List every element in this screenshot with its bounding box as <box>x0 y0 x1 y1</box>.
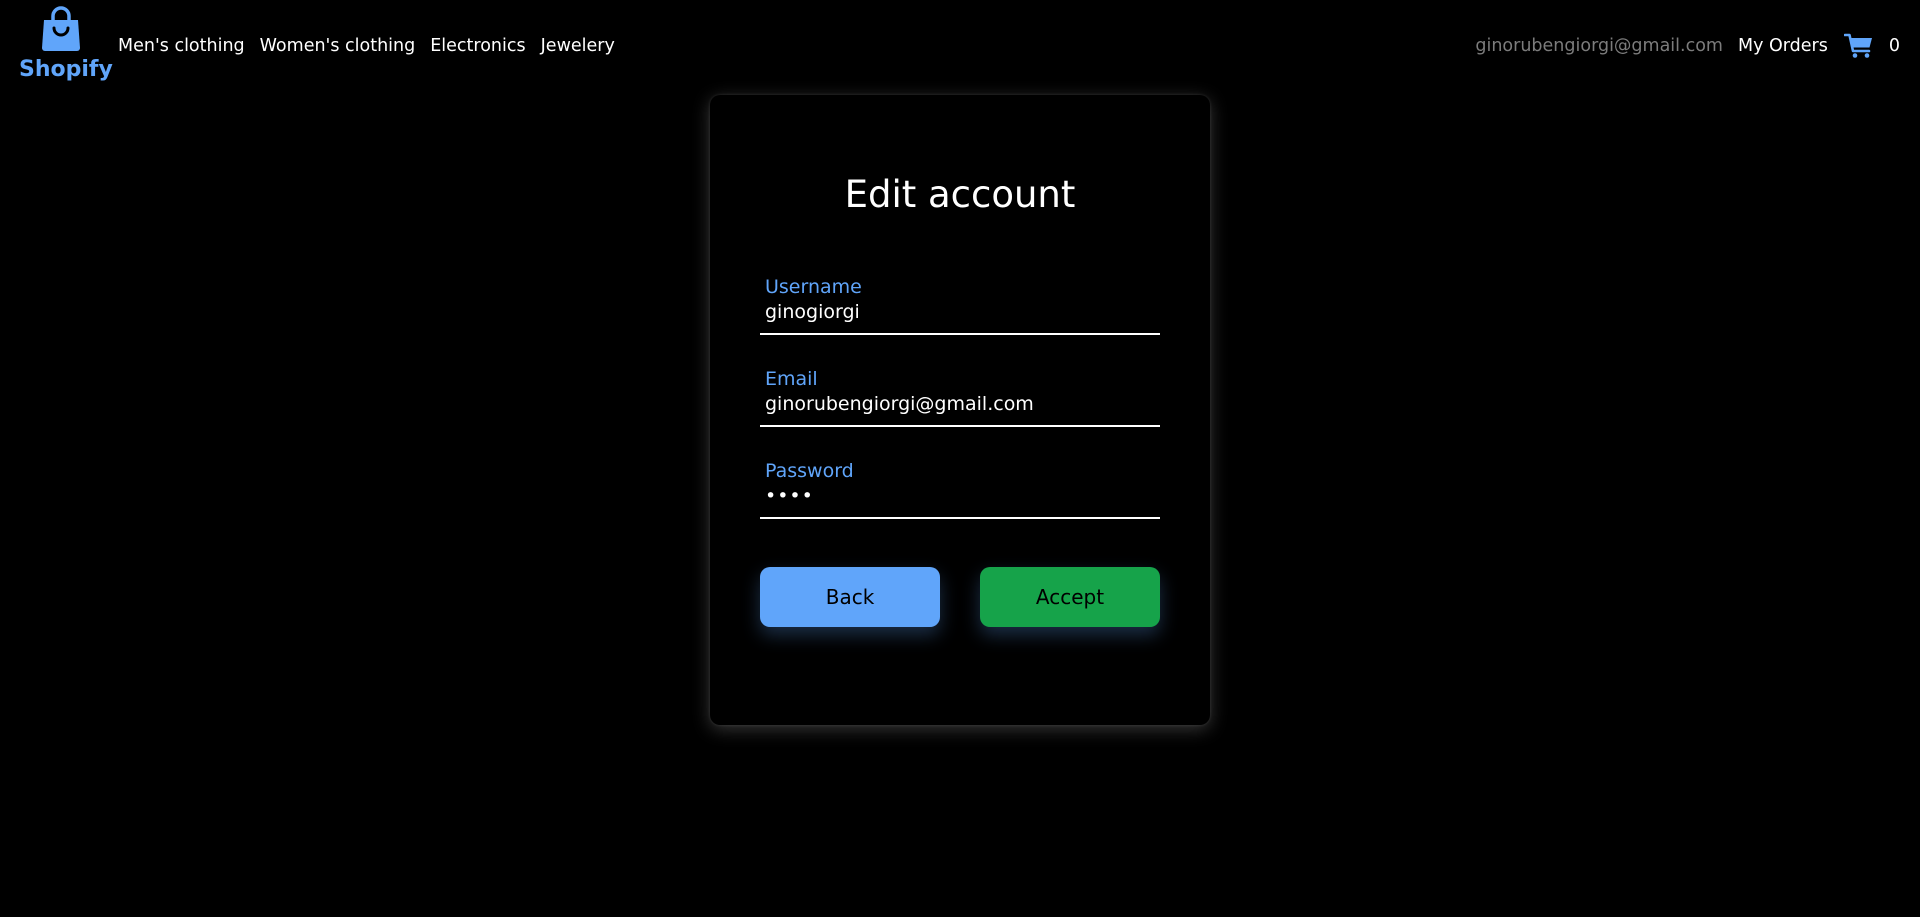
password-input[interactable] <box>765 481 1155 511</box>
account-nav: ginorubengiorgi@gmail.com My Orders 0 <box>1475 33 1900 59</box>
nav-link-mens-clothing[interactable]: Men's clothing <box>118 33 245 59</box>
email-input[interactable] <box>765 389 1155 419</box>
my-orders-link[interactable]: My Orders <box>1738 33 1828 59</box>
back-button[interactable]: Back <box>760 567 940 627</box>
username-input[interactable] <box>765 297 1155 327</box>
nav-link-jewelery[interactable]: Jewelery <box>541 33 615 59</box>
accept-button[interactable]: Accept <box>980 567 1160 627</box>
email-label: Email <box>765 368 818 390</box>
edit-account-card: Edit account Username Email Password Bac… <box>710 95 1210 725</box>
cart-button[interactable]: 0 <box>1843 33 1900 59</box>
username-label: Username <box>765 276 862 298</box>
username-field: Username <box>760 275 1160 335</box>
password-label: Password <box>765 460 854 482</box>
nav-link-electronics[interactable]: Electronics <box>430 33 525 59</box>
shopping-cart-icon <box>1843 33 1872 58</box>
brand-logo[interactable]: Shopify <box>19 6 113 86</box>
shopping-bag-icon <box>42 6 80 51</box>
category-nav: Men's clothing Women's clothing Electron… <box>118 33 615 59</box>
top-navbar: Shopify Men's clothing Women's clothing … <box>0 0 1920 92</box>
page-title: Edit account <box>844 173 1076 216</box>
nav-link-womens-clothing[interactable]: Women's clothing <box>260 33 416 59</box>
brand-name: Shopify <box>19 57 113 82</box>
cart-count: 0 <box>1888 36 1900 56</box>
email-field: Email <box>760 367 1160 427</box>
user-email-link[interactable]: ginorubengiorgi@gmail.com <box>1475 33 1723 59</box>
password-field: Password <box>760 459 1160 519</box>
